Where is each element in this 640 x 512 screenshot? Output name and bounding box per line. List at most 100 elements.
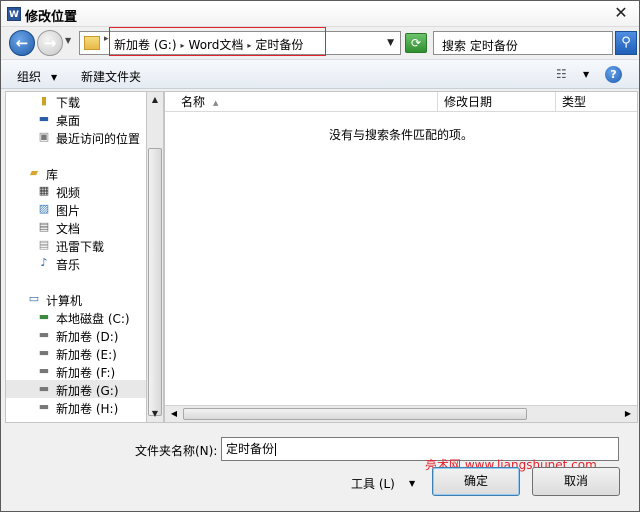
- nav-item-label: 下载: [56, 96, 81, 110]
- command-toolbar: 组织 ▼ 新建文件夹 ☷ ▼ ?: [1, 59, 639, 89]
- search-input[interactable]: 搜索 定时备份: [433, 31, 613, 55]
- chevron-right-icon[interactable]: ▸: [247, 41, 251, 50]
- file-list-pane[interactable]: 名称 ▲ 修改日期 类型 没有与搜索条件匹配的项。 ◀ ▶: [164, 91, 638, 423]
- new-folder-button[interactable]: 新建文件夹: [81, 68, 141, 85]
- nav-item-documents[interactable]: ▤ 文档: [6, 218, 146, 236]
- breadcrumb-item[interactable]: Word文档: [189, 36, 244, 53]
- drive-icon: ▬: [38, 364, 50, 377]
- empty-result-message: 没有与搜索条件匹配的项。: [328, 128, 473, 142]
- scroll-down-icon[interactable]: ▼: [148, 407, 162, 421]
- drive-icon: ▬: [38, 382, 50, 395]
- nav-item-desktop[interactable]: ▬ 桌面: [6, 110, 146, 128]
- nav-item-label: 新加卷 (F:): [56, 366, 116, 380]
- nav-item-libraries[interactable]: ▰ 库: [6, 164, 146, 182]
- nav-item-computer[interactable]: ▭ 计算机: [6, 290, 146, 308]
- system-drive-icon: ▬: [38, 310, 50, 323]
- folder-name-value: 定时备份: [226, 442, 275, 456]
- chevron-right-icon[interactable]: ▸: [181, 41, 185, 50]
- address-bar[interactable]: ▸ 新加卷 (G:) ▸ Word文档 ▸ 定时备份 ▼: [79, 31, 401, 55]
- nav-item-pictures[interactable]: ▨ 图片: [6, 200, 146, 218]
- desktop-icon: ▬: [38, 112, 50, 125]
- nav-item-thunder[interactable]: ▤ 迅雷下载: [6, 236, 146, 254]
- back-arrow-icon: ←: [15, 34, 29, 52]
- organize-menu-button[interactable]: 组织 ▼: [17, 68, 57, 85]
- scroll-up-icon[interactable]: ▲: [148, 93, 162, 107]
- nav-item-drive-f[interactable]: ▬ 新加卷 (F:): [6, 362, 146, 380]
- computer-icon: ▭: [28, 292, 40, 305]
- column-header-date[interactable]: 修改日期: [438, 92, 556, 112]
- download-folder-icon: ▮: [40, 94, 48, 107]
- breadcrumb-item[interactable]: 定时备份: [255, 36, 303, 53]
- nav-item-label: 新加卷 (H:): [56, 402, 119, 416]
- nav-item-label: 音乐: [56, 258, 81, 272]
- nav-item-label: 视频: [56, 186, 81, 200]
- column-header-row: 名称 ▲ 修改日期 类型: [165, 92, 637, 112]
- recent-pages-dropdown[interactable]: ▼: [65, 36, 75, 50]
- library-icon: ▰: [29, 166, 39, 179]
- view-dropdown-icon[interactable]: ▼: [583, 70, 589, 79]
- close-icon: ✕: [614, 3, 628, 22]
- breadcrumb-item[interactable]: 新加卷 (G:): [114, 36, 177, 53]
- breadcrumb: 新加卷 (G:) ▸ Word文档 ▸ 定时备份: [114, 36, 303, 53]
- ok-button[interactable]: 确定: [432, 467, 520, 496]
- window-title: 修改位置: [25, 10, 78, 25]
- forward-arrow-icon: →: [43, 34, 57, 52]
- nav-item-drive-d[interactable]: ▬ 新加卷 (D:): [6, 326, 146, 344]
- drive-icon: ▬: [38, 328, 50, 341]
- nav-item-downloads[interactable]: ▮ 下载: [6, 92, 146, 110]
- chevron-right-icon[interactable]: ▸: [104, 34, 109, 44]
- thunder-download-icon: ▤: [38, 238, 50, 251]
- nav-item-label: 本地磁盘 (C:): [56, 312, 130, 326]
- view-options-icon[interactable]: ☷: [556, 67, 572, 81]
- nav-item-label: 桌面: [56, 114, 81, 128]
- recent-places-icon: ▣: [38, 130, 50, 143]
- navigation-pane[interactable]: ▮ 下载 ▬ 桌面 ▣ 最近访问的位置 ▰ 库 ▦ 视频 ▨ 图片 ▤ 文档 ▤ 迅雷下载 ♪ 音…: [5, 91, 147, 423]
- chevron-down-icon: ▼: [51, 73, 58, 82]
- document-library-icon: ▤: [38, 220, 50, 233]
- video-library-icon: ▦: [38, 184, 50, 197]
- scrollbar-thumb[interactable]: [148, 148, 162, 416]
- nav-item-drive-c[interactable]: ▬ 本地磁盘 (C:): [6, 308, 146, 326]
- nav-item-label: 库: [46, 168, 59, 182]
- nav-item-label: 新加卷 (G:): [56, 384, 119, 398]
- scroll-left-icon[interactable]: ◀: [167, 407, 181, 421]
- drive-icon: ▬: [38, 400, 50, 413]
- title-bar: W 修改位置 ✕: [1, 1, 639, 27]
- column-label: 名称: [181, 95, 206, 109]
- address-dropdown-icon[interactable]: ▼: [387, 38, 394, 48]
- nav-item-music[interactable]: ♪ 音乐: [6, 254, 146, 272]
- cancel-button[interactable]: 取消: [532, 467, 620, 496]
- search-button[interactable]: ⚲: [615, 31, 637, 55]
- forward-button[interactable]: →: [37, 30, 63, 56]
- scroll-right-icon[interactable]: ▶: [621, 407, 635, 421]
- refresh-icon: ⟳: [410, 36, 422, 50]
- chevron-down-icon[interactable]: ▼: [409, 479, 415, 488]
- nav-item-label: 迅雷下载: [56, 240, 105, 254]
- search-text: 搜索 定时备份: [442, 39, 518, 53]
- help-icon[interactable]: ?: [605, 66, 622, 83]
- nav-item-videos[interactable]: ▦ 视频: [6, 182, 146, 200]
- nav-item-drive-g[interactable]: ▬ 新加卷 (G:): [6, 380, 146, 398]
- nav-pane-vertical-scrollbar[interactable]: ▲ ▼: [147, 91, 164, 423]
- text-caret: [275, 443, 277, 456]
- nav-item-label: 新加卷 (D:): [56, 330, 119, 344]
- nav-item-recent[interactable]: ▣ 最近访问的位置: [6, 128, 146, 146]
- nav-item-drive-e[interactable]: ▬ 新加卷 (E:): [6, 344, 146, 362]
- organize-label: 组织: [17, 70, 42, 84]
- picture-library-icon: ▨: [38, 202, 50, 215]
- column-header-type[interactable]: 类型: [556, 92, 637, 112]
- column-header-name[interactable]: 名称 ▲: [165, 92, 438, 112]
- nav-item-label: 文档: [56, 222, 81, 236]
- change-location-dialog: W 修改位置 ✕ ← → ▼ ▸ 新加卷 (G:) ▸ Word文档 ▸ 定时备份 ▼ …: [0, 0, 640, 512]
- scrollbar-thumb[interactable]: [183, 408, 527, 420]
- nav-item-drive-h[interactable]: ▬ 新加卷 (H:): [6, 398, 146, 416]
- nav-item-label: 计算机: [46, 294, 83, 308]
- refresh-button[interactable]: ⟳: [405, 33, 427, 53]
- file-list-horizontal-scrollbar[interactable]: ◀ ▶: [165, 405, 637, 422]
- folder-name-label: 文件夹名称(N):: [135, 444, 218, 458]
- search-icon: ⚲: [621, 35, 631, 50]
- back-button[interactable]: ←: [9, 30, 35, 56]
- close-button[interactable]: ✕: [611, 5, 631, 23]
- tools-menu-button[interactable]: 工具 (L): [351, 475, 395, 492]
- sort-ascending-icon: ▲: [213, 98, 219, 107]
